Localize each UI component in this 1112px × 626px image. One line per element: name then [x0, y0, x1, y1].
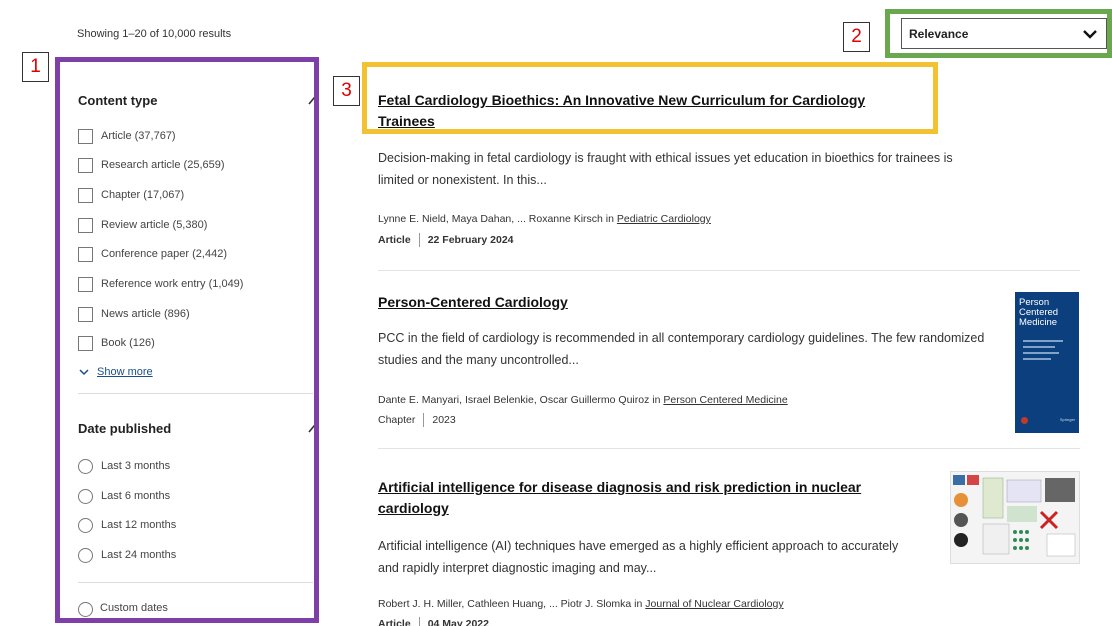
filter-option-conference-paper[interactable]: Conference paper (2,442) — [78, 245, 227, 263]
chevron-up-icon — [308, 96, 314, 105]
date-option-custom[interactable]: Custom dates — [100, 602, 168, 614]
annotation-number-2: 2 — [843, 22, 870, 52]
radio-button[interactable] — [78, 488, 93, 504]
radio-button[interactable] — [78, 547, 93, 563]
radio-button[interactable] — [78, 517, 93, 533]
annotation-number-3: 3 — [333, 76, 360, 106]
result-title[interactable]: Person-Centered Cardiology — [378, 292, 988, 313]
figure-thumbnail[interactable] — [950, 471, 1080, 564]
result-type: Chapter — [378, 414, 416, 426]
result-date: 2023 — [432, 414, 456, 426]
checkbox[interactable] — [78, 246, 93, 262]
checkbox[interactable] — [78, 306, 93, 322]
book-cover-title: Person Centered Medicine — [1019, 297, 1059, 328]
result-type: Article — [378, 234, 411, 246]
result-authors: Robert J. H. Miller, Cathleen Huang, ...… — [378, 598, 646, 610]
result-snippet-block: PCC in the field of cardiology is recomm… — [378, 327, 993, 371]
chevron-down-icon — [79, 369, 89, 376]
result-journal-link[interactable]: Person Centered Medicine — [663, 394, 787, 406]
filter-option-review-article[interactable]: Review article (5,380) — [78, 216, 207, 234]
result-title[interactable]: Artificial intelligence for disease diag… — [378, 477, 918, 519]
checkbox[interactable] — [78, 335, 93, 351]
checkbox[interactable] — [78, 187, 93, 203]
annotation-number-1: 1 — [22, 52, 49, 82]
filter-option-research-article[interactable]: Research article (25,659) — [78, 156, 225, 174]
content-type-heading[interactable]: Content type — [78, 93, 314, 108]
result-date: 22 February 2024 — [427, 234, 514, 246]
filter-option-book[interactable]: Book (126) — [78, 334, 155, 352]
date-option-last-24-months[interactable]: Last 24 months — [78, 546, 176, 564]
checkbox[interactable] — [78, 276, 93, 292]
filter-panel: Content type Article (37,767) Research a… — [55, 57, 319, 623]
book-publisher: Springer — [1059, 417, 1075, 422]
show-more-link[interactable]: Show more — [79, 366, 153, 378]
result-title[interactable]: Fetal Cardiology Bioethics: An Innovativ… — [378, 90, 918, 132]
result-meta: Article 04 May 2022 — [378, 617, 988, 626]
search-result: Person-Centered Cardiology — [378, 292, 988, 313]
publisher-logo-icon — [1021, 417, 1028, 424]
checkbox[interactable] — [78, 217, 93, 233]
result-authors-line: Robert J. H. Miller, Cathleen Huang, ...… — [378, 598, 988, 610]
search-result: Fetal Cardiology Bioethics: An Innovativ… — [378, 90, 918, 132]
checkbox[interactable] — [78, 157, 93, 173]
result-authors-line: Dante E. Manyari, Israel Belenkie, Oscar… — [378, 394, 988, 406]
result-snippet-block: Decision-making in fetal cardiology is f… — [378, 147, 958, 191]
date-published-heading[interactable]: Date published — [78, 421, 314, 436]
result-snippet-block: Artificial intelligence (AI) techniques … — [378, 535, 918, 579]
result-snippet: Decision-making in fetal cardiology is f… — [378, 151, 953, 187]
result-journal-link[interactable]: Pediatric Cardiology — [617, 213, 711, 225]
figure-thumbnail-image — [953, 475, 1076, 557]
filter-divider — [78, 393, 313, 394]
filter-option-chapter[interactable]: Chapter (17,067) — [78, 186, 184, 204]
chevron-up-icon — [308, 424, 314, 433]
result-meta: Chapter 2023 — [378, 413, 988, 427]
filter-option-article[interactable]: Article (37,767) — [78, 127, 176, 145]
filter-divider — [78, 582, 313, 583]
result-divider — [378, 270, 1080, 271]
result-snippet: PCC in the field of cardiology is recomm… — [378, 331, 985, 367]
sort-dropdown[interactable]: Relevance — [901, 18, 1107, 49]
book-cover-thumbnail[interactable]: Person Centered Medicine Springer — [1015, 292, 1079, 433]
radio-button[interactable] — [78, 458, 93, 474]
date-option-last-12-months[interactable]: Last 12 months — [78, 516, 176, 534]
result-journal-link[interactable]: Journal of Nuclear Cardiology — [645, 598, 783, 610]
radio-button[interactable] — [78, 602, 93, 617]
chevron-down-icon — [1083, 29, 1097, 39]
result-authors-line: Lynne E. Nield, Maya Dahan, ... Roxanne … — [378, 213, 988, 225]
sort-selected-value: Relevance — [909, 26, 969, 41]
result-meta: Article 22 February 2024 — [378, 233, 988, 247]
result-authors: Lynne E. Nield, Maya Dahan, ... Roxanne … — [378, 213, 617, 225]
result-snippet: Artificial intelligence (AI) techniques … — [378, 539, 899, 575]
search-result: Artificial intelligence for disease diag… — [378, 477, 918, 519]
filter-option-reference-work-entry[interactable]: Reference work entry (1,049) — [78, 275, 243, 293]
date-option-last-6-months[interactable]: Last 6 months — [78, 487, 170, 505]
result-type: Article — [378, 618, 411, 626]
results-summary: Showing 1–20 of 10,000 results — [77, 28, 232, 40]
date-option-last-3-months[interactable]: Last 3 months — [78, 457, 170, 475]
result-date: 04 May 2022 — [427, 618, 489, 626]
filter-option-news-article[interactable]: News article (896) — [78, 305, 190, 323]
checkbox[interactable] — [78, 128, 93, 144]
result-divider — [378, 448, 1080, 449]
result-authors: Dante E. Manyari, Israel Belenkie, Oscar… — [378, 394, 664, 406]
